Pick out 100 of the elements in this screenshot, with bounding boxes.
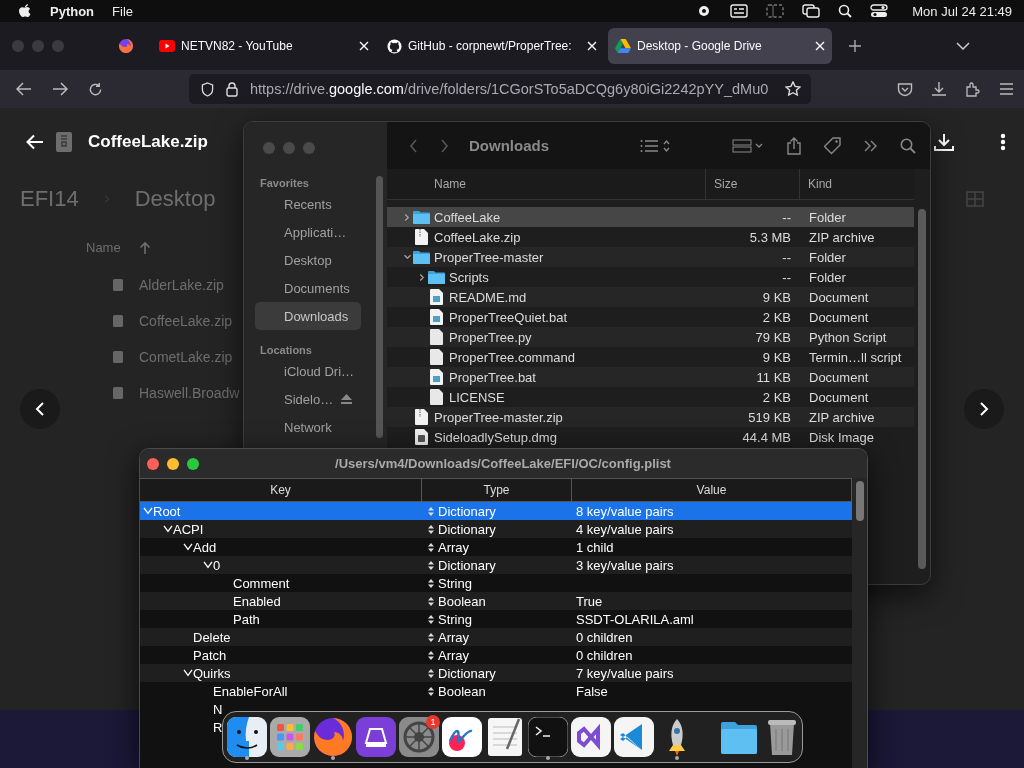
type-text[interactable]: Dictionary bbox=[438, 503, 496, 519]
column-header[interactable]: Kind bbox=[799, 169, 914, 199]
zoom-button[interactable] bbox=[187, 457, 199, 470]
reload-icon[interactable] bbox=[88, 81, 103, 97]
eject-icon[interactable] bbox=[341, 394, 353, 404]
finder-icon[interactable] bbox=[227, 717, 267, 757]
tree-row[interactable]: Enabled Boolean True bbox=[140, 592, 852, 610]
file-row[interactable]: ProperTree-master -- Folder bbox=[387, 247, 914, 267]
new-tab-icon[interactable] bbox=[848, 39, 862, 53]
control-center-icon[interactable] bbox=[870, 4, 889, 18]
column-header[interactable]: Size bbox=[705, 169, 799, 199]
up-down-arrows-icon[interactable] bbox=[428, 560, 434, 570]
sidebar-icon[interactable] bbox=[766, 4, 785, 18]
up-down-arrows-icon[interactable] bbox=[428, 632, 434, 642]
sidebar-item[interactable]: iCloud Dri… bbox=[255, 357, 361, 385]
file-row[interactable]: ProperTree.bat 11 KB Document bbox=[387, 367, 914, 387]
browser-tab[interactable]: Desktop - Google Drive bbox=[608, 28, 832, 64]
up-down-arrows-icon[interactable] bbox=[428, 578, 434, 588]
type-text[interactable]: String bbox=[438, 611, 472, 627]
file-row[interactable]: SideloadlySetup.dmg 44.4 MB Disk Image bbox=[387, 427, 914, 447]
up-down-arrows-icon[interactable] bbox=[428, 596, 434, 606]
tab-list-chevron-icon[interactable] bbox=[956, 42, 970, 50]
notepad-icon[interactable] bbox=[485, 717, 525, 757]
type-text[interactable]: Array bbox=[438, 647, 470, 663]
back-chevron-icon[interactable] bbox=[409, 138, 418, 153]
more-options-icon[interactable] bbox=[1000, 133, 1006, 151]
chevron-right-icon[interactable] bbox=[402, 212, 412, 222]
chevron-down-icon[interactable] bbox=[183, 669, 193, 677]
scrollbar[interactable] bbox=[855, 481, 864, 521]
tree-row[interactable]: Patch Array 0 children bbox=[140, 646, 852, 664]
tree-row[interactable]: 0 Dictionary 3 key/value pairs bbox=[140, 556, 852, 574]
type-text[interactable]: Array bbox=[438, 629, 470, 645]
file-row[interactable]: ProperTree.py 79 KB Python Script bbox=[387, 327, 914, 347]
more-chevrons-icon[interactable] bbox=[864, 139, 878, 152]
chevron-down-icon[interactable] bbox=[203, 561, 213, 569]
browser-tab[interactable]: NETVN82 - YouTube bbox=[152, 28, 376, 64]
close-icon[interactable] bbox=[359, 41, 369, 51]
chevron-down-icon[interactable] bbox=[183, 543, 193, 551]
tree-row[interactable]: Quirks Dictionary 7 key/value pairs bbox=[140, 664, 852, 682]
chevron-down-icon[interactable] bbox=[402, 252, 412, 262]
list-view-icon[interactable] bbox=[640, 138, 670, 153]
column-header[interactable]: Type bbox=[422, 479, 572, 501]
infinity-app-icon[interactable] bbox=[571, 717, 611, 757]
download-icon[interactable] bbox=[931, 81, 947, 97]
tree-row[interactable]: Delete Array 0 children bbox=[140, 628, 852, 646]
terminal-icon[interactable] bbox=[528, 717, 568, 757]
tree-row[interactable]: Root Dictionary 8 key/value pairs bbox=[140, 502, 852, 520]
url-field[interactable]: https://drive.google.com/drive/folders/1CGorSTo5aDCQg6y80iGi2242pYY_dMu0 bbox=[189, 74, 811, 104]
next-button[interactable] bbox=[964, 389, 1004, 429]
up-down-arrows-icon[interactable] bbox=[428, 686, 434, 696]
forward-arrow-icon[interactable] bbox=[52, 82, 68, 96]
forward-chevron-icon[interactable] bbox=[440, 138, 449, 153]
extensions-icon[interactable] bbox=[965, 81, 981, 97]
menu-icon[interactable] bbox=[999, 83, 1014, 95]
file-row[interactable]: README.md 9 KB Document bbox=[387, 287, 914, 307]
type-text[interactable]: Dictionary bbox=[438, 665, 496, 681]
search-icon[interactable] bbox=[838, 4, 853, 18]
whiteboard-icon[interactable] bbox=[442, 717, 482, 757]
type-text[interactable]: Array bbox=[438, 539, 470, 555]
bookmark-star-icon[interactable] bbox=[785, 81, 801, 97]
tag-icon[interactable] bbox=[824, 136, 842, 155]
scrollbar[interactable] bbox=[918, 209, 926, 569]
sidebar-item[interactable]: Applicati… bbox=[255, 218, 361, 246]
sidebar-item[interactable]: Network bbox=[255, 413, 361, 441]
tree-row[interactable]: Path String SSDT-OLARILA.aml bbox=[140, 610, 852, 628]
tray-app-icon[interactable] bbox=[356, 717, 396, 757]
fox-browser-icon[interactable] bbox=[118, 38, 134, 54]
up-down-arrows-icon[interactable] bbox=[428, 614, 434, 624]
close-icon[interactable] bbox=[587, 41, 597, 51]
type-text[interactable]: Dictionary bbox=[438, 521, 496, 537]
file-row[interactable]: ProperTree.command 9 KB Termin…ll script bbox=[387, 347, 914, 367]
grouping-icon[interactable] bbox=[732, 138, 764, 153]
sidebar-item[interactable]: Documents bbox=[255, 274, 361, 302]
sidebar-item[interactable]: Sidelo… bbox=[255, 385, 361, 413]
column-header[interactable]: Key bbox=[140, 479, 422, 501]
share-icon[interactable] bbox=[786, 136, 802, 155]
pocket-icon[interactable] bbox=[897, 81, 913, 97]
file-row[interactable]: ProperTreeQuiet.bat 2 KB Document bbox=[387, 307, 914, 327]
browser-icon[interactable] bbox=[313, 717, 353, 757]
file-row[interactable]: Scripts -- Folder bbox=[387, 267, 914, 287]
chevron-right-icon[interactable] bbox=[417, 272, 427, 282]
scrollbar[interactable] bbox=[376, 176, 383, 438]
back-arrow-icon[interactable] bbox=[16, 82, 32, 96]
close-button[interactable] bbox=[147, 457, 159, 470]
sidebar-item[interactable]: Downloads bbox=[255, 302, 361, 330]
file-row[interactable]: CoffeeLake -- Folder bbox=[387, 207, 914, 227]
windows-icon[interactable] bbox=[802, 4, 821, 18]
type-text[interactable]: String bbox=[438, 575, 472, 591]
up-down-arrows-icon[interactable] bbox=[428, 650, 434, 660]
previous-button[interactable] bbox=[20, 389, 60, 429]
file-row[interactable]: ProperTree-master.zip 519 KB ZIP archive bbox=[387, 407, 914, 427]
tree-row[interactable]: EnableForAll Boolean False bbox=[140, 682, 852, 700]
file-row[interactable]: LICENSE 2 KB Document bbox=[387, 387, 914, 407]
tree-row[interactable]: Comment String bbox=[140, 574, 852, 592]
file-row[interactable]: CoffeeLake.zip 5.3 MB ZIP archive bbox=[387, 227, 914, 247]
chevron-down-icon[interactable] bbox=[163, 525, 173, 533]
settings-icon[interactable] bbox=[399, 717, 439, 757]
sidebar-item[interactable]: Recents bbox=[255, 190, 361, 218]
type-text[interactable]: Boolean bbox=[438, 683, 486, 699]
sidebar-item[interactable]: Desktop bbox=[255, 246, 361, 274]
